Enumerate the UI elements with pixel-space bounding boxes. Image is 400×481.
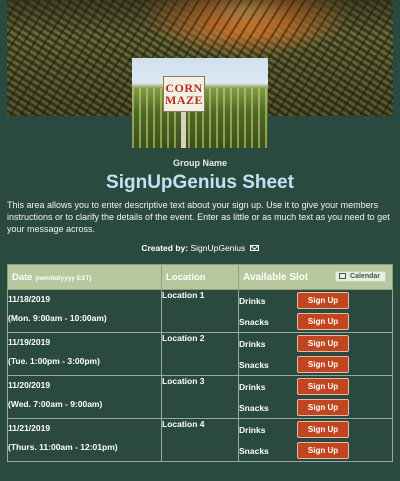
sign-up-button[interactable]: Sign Up	[297, 292, 349, 309]
row-date: 11/18/2019	[8, 294, 51, 304]
row-date: 11/20/2019	[8, 380, 51, 390]
header-available-slot: Available Slot Calendar	[238, 264, 393, 290]
row-time: (Thurs. 11:00am - 12:01pm)	[8, 442, 118, 452]
sign-up-button[interactable]: Sign Up	[297, 335, 349, 352]
created-by-label: Created by:	[141, 243, 189, 253]
sign-post	[181, 112, 186, 148]
sign-up-button[interactable]: Sign Up	[297, 313, 349, 330]
table-row: 11/18/2019 (Mon. 9:00am - 10:00am) Locat…	[7, 289, 393, 333]
sign-up-button[interactable]: Sign Up	[297, 442, 349, 459]
corn-maze-sign: CORN MAZE	[163, 76, 205, 112]
calendar-icon	[339, 273, 347, 279]
slot-item-label: Snacks	[239, 316, 269, 327]
slot-cell: Drinks Sign Up Snacks Sign Up	[238, 418, 393, 462]
slot-item-label: Drinks	[239, 424, 266, 435]
slot-item-label: Snacks	[239, 359, 269, 370]
row-time: (Mon. 9:00am - 10:00am)	[8, 313, 107, 323]
table-row: 11/19/2019 (Tue. 1:00pm - 3:00pm) Locati…	[7, 332, 393, 376]
location-cell: Location 1	[161, 289, 239, 333]
group-name: Group Name	[172, 158, 227, 168]
table-row: 11/21/2019 (Thurs. 11:00am - 12:01pm) Lo…	[7, 418, 393, 462]
email-icon[interactable]	[249, 245, 259, 251]
slot-snacks: Snacks Sign Up	[239, 440, 392, 461]
header-slot-label: Available Slot	[243, 271, 309, 283]
sign-line-2: MAZE	[165, 93, 203, 107]
slot-cell: Drinks Sign Up Snacks Sign Up	[238, 332, 393, 376]
slot-cell: Drinks Sign Up Snacks Sign Up	[238, 375, 393, 419]
slot-item-label: Drinks	[239, 381, 266, 392]
calendar-button[interactable]: Calendar	[335, 271, 386, 282]
slot-item-label: Drinks	[239, 338, 266, 349]
location-cell: Location 4	[161, 418, 239, 462]
sign-up-button[interactable]: Sign Up	[297, 378, 349, 395]
slot-drinks: Drinks Sign Up	[239, 419, 392, 440]
date-cell: 11/21/2019 (Thurs. 11:00am - 12:01pm)	[7, 418, 162, 462]
location-cell: Location 2	[161, 332, 239, 376]
slot-drinks: Drinks Sign Up	[239, 290, 392, 311]
header-date-hint: (mm/dd/yyyy EST)	[35, 274, 92, 282]
header-date-label: Date	[12, 271, 33, 283]
slot-item-label: Snacks	[239, 445, 269, 456]
row-time: (Tue. 1:00pm - 3:00pm)	[8, 356, 100, 366]
sign-up-button[interactable]: Sign Up	[297, 356, 349, 373]
calendar-label: Calendar	[350, 273, 380, 280]
row-time: (Wed. 7:00am - 9:00am)	[8, 399, 103, 409]
table-row: 11/20/2019 (Wed. 7:00am - 9:00am) Locati…	[7, 375, 393, 419]
created-by: Created by: SignUpGenius	[0, 243, 400, 253]
location-cell: Location 3	[161, 375, 239, 419]
created-by-name: SignUpGenius	[190, 243, 246, 253]
row-date: 11/19/2019	[8, 337, 51, 347]
row-date: 11/21/2019	[8, 423, 51, 433]
corn-maze-photo: CORN MAZE	[132, 58, 268, 148]
slot-drinks: Drinks Sign Up	[239, 333, 392, 354]
table-header-row: Date (mm/dd/yyyy EST) Location Available…	[7, 264, 393, 290]
date-cell: 11/19/2019 (Tue. 1:00pm - 3:00pm)	[7, 332, 162, 376]
page-title: SignUpGenius Sheet	[106, 172, 294, 193]
slot-snacks: Snacks Sign Up	[239, 397, 392, 418]
date-cell: 11/18/2019 (Mon. 9:00am - 10:00am)	[7, 289, 162, 333]
header-date: Date (mm/dd/yyyy EST)	[7, 264, 162, 290]
slot-item-label: Drinks	[239, 295, 266, 306]
slot-cell: Drinks Sign Up Snacks Sign Up	[238, 289, 393, 333]
slot-item-label: Snacks	[239, 402, 269, 413]
date-cell: 11/20/2019 (Wed. 7:00am - 9:00am)	[7, 375, 162, 419]
slot-drinks: Drinks Sign Up	[239, 376, 392, 397]
slot-snacks: Snacks Sign Up	[239, 354, 392, 375]
slot-snacks: Snacks Sign Up	[239, 311, 392, 332]
sign-up-button[interactable]: Sign Up	[297, 399, 349, 416]
description: This area allows you to enter descriptiv…	[7, 200, 390, 234]
sign-up-button[interactable]: Sign Up	[297, 421, 349, 438]
signup-table: Date (mm/dd/yyyy EST) Location Available…	[7, 264, 393, 462]
header-location: Location	[161, 264, 239, 290]
